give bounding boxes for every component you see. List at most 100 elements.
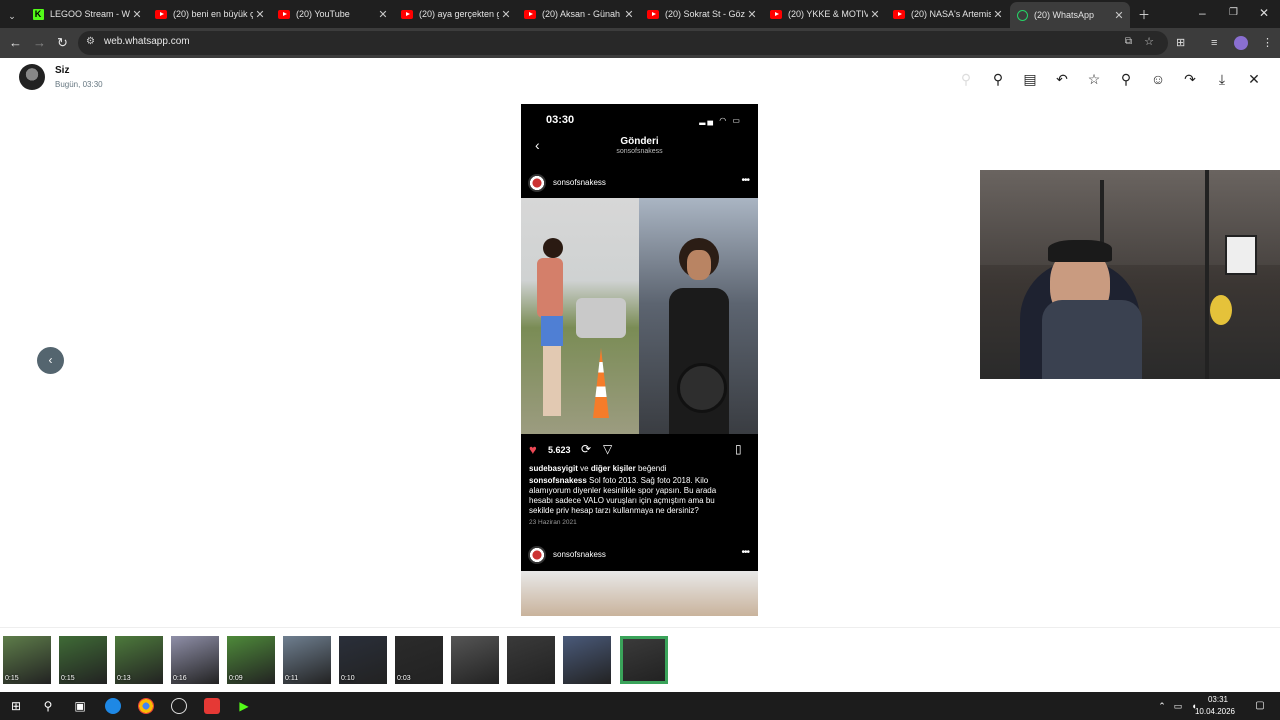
post-page-title: Gönderi xyxy=(620,136,659,147)
download-icon[interactable]: ⤓ xyxy=(1213,70,1231,88)
network-icon[interactable]: ▭ xyxy=(1170,698,1186,714)
close-tab-icon[interactable]: ✕ xyxy=(868,8,882,21)
search-icon[interactable]: ⚲ xyxy=(40,698,56,714)
streaming-app-icon[interactable]: ▶ xyxy=(236,698,252,714)
go-to-message-icon[interactable]: ▤ xyxy=(1021,70,1039,88)
tab-youtube-6[interactable]: (20) YKKE & MOTIVE ✕ xyxy=(764,4,886,24)
tab-whatsapp[interactable]: (20) WhatsApp ✕ xyxy=(1010,2,1130,28)
menu-dots-icon[interactable]: ⋮ xyxy=(1262,36,1273,50)
post-photo-next xyxy=(521,571,758,616)
restore-button[interactable]: ❐ xyxy=(1229,7,1238,18)
url-text[interactable]: web.whatsapp.com xyxy=(104,36,190,47)
minimize-button[interactable]: – xyxy=(1199,6,1206,20)
back-arrow-icon[interactable]: ← xyxy=(9,35,22,51)
save-bookmark-icon: ▯ xyxy=(735,442,742,456)
close-tab-icon[interactable]: ✕ xyxy=(130,8,144,21)
address-bar[interactable]: ⚙ web.whatsapp.com ⧉ ☆ xyxy=(78,31,1168,55)
tab-title: LEGOO Stream - Wa xyxy=(50,9,130,19)
video-duration: 0:10 xyxy=(341,675,355,682)
new-tab-button[interactable]: ＋ xyxy=(1138,6,1150,23)
tab-youtube-4[interactable]: (20) Aksan - Günah - ✕ xyxy=(518,4,640,24)
star-icon[interactable]: ☆ xyxy=(1085,70,1103,88)
app-icon[interactable] xyxy=(171,698,187,714)
taskbar-date[interactable]: 10.04.2026 xyxy=(1195,707,1235,716)
taskbar-time[interactable]: 03:31 xyxy=(1208,695,1228,704)
close-tab-icon[interactable]: ✕ xyxy=(376,8,390,21)
close-tab-icon[interactable]: ✕ xyxy=(622,8,636,21)
reply-icon[interactable]: ↶ xyxy=(1053,70,1071,88)
install-app-icon[interactable]: ⧉ xyxy=(1125,36,1132,47)
chrome-icon[interactable] xyxy=(138,698,154,714)
media-thumbnail[interactable]: 0:10 xyxy=(339,636,387,684)
media-thumbnail[interactable]: 0:15 xyxy=(59,636,107,684)
zoom-out-icon[interactable]: ⚲ xyxy=(957,70,975,88)
previous-media-button[interactable]: ‹ xyxy=(37,347,64,374)
browser-toolbar: ← → ↻ ⚙ web.whatsapp.com ⧉ ☆ ⊞ ≡ ⋮ xyxy=(0,28,1280,58)
more-dots-icon: ••• xyxy=(741,547,749,558)
close-tab-icon[interactable]: ✕ xyxy=(745,8,759,21)
zoom-in-icon[interactable]: ⚲ xyxy=(989,70,1007,88)
media-thumbnail[interactable] xyxy=(563,636,611,684)
repost-icon: ⟳ xyxy=(581,442,592,456)
post-username: sonsofsnakess xyxy=(553,550,606,559)
forward-icon[interactable]: ↷ xyxy=(1181,70,1199,88)
forward-arrow-icon[interactable]: → xyxy=(33,35,46,51)
sent-time: Bugün, 03:30 xyxy=(55,80,103,89)
tab-title: (20) NASA's Artemis xyxy=(911,9,991,19)
media-thumbnail[interactable]: 0:15 xyxy=(3,636,51,684)
tab-youtube-7[interactable]: (20) NASA's Artemis ✕ xyxy=(887,4,1009,24)
tab-youtube-3[interactable]: (20) aya gerçekten gi ✕ xyxy=(395,4,517,24)
emoji-icon[interactable]: ☺ xyxy=(1149,70,1167,88)
task-view-icon[interactable]: ▣ xyxy=(72,698,88,714)
video-duration: 0:15 xyxy=(5,675,19,682)
app-icon[interactable] xyxy=(105,698,121,714)
taskbar: ⊞ ⚲ ▣ ▶ ⌃ ▭ ◖ 03:31 10.04.2026 ▢ xyxy=(0,692,1280,720)
app-icon[interactable] xyxy=(204,698,220,714)
media-thumbnail[interactable] xyxy=(507,636,555,684)
chevron-up-icon[interactable]: ⌃ xyxy=(1154,698,1170,714)
close-tab-icon[interactable]: ✕ xyxy=(253,8,267,21)
video-duration: 0:11 xyxy=(285,675,299,682)
tab-title: (20) beni en büyük ç xyxy=(173,9,253,19)
tab-title: (20) WhatsApp xyxy=(1034,10,1095,20)
media-viewer-header: Siz Bugün, 03:30 ⚲ ⚲ ▤ ↶ ☆ ⚲ ☺ ↷ ⤓ ✕ xyxy=(0,58,1280,100)
profile-avatar[interactable] xyxy=(1234,36,1248,50)
close-tab-icon[interactable]: ✕ xyxy=(991,8,1005,21)
liked-by-suffix: beğendi xyxy=(635,464,667,473)
reload-icon[interactable]: ↻ xyxy=(57,35,68,51)
post-actions: ♥ 5.623 ⟳ ▽ ▯ xyxy=(529,442,742,457)
media-thumbnail[interactable]: 0:16 xyxy=(171,636,219,684)
media-image: 03:30 ▂▄ ◠ ▭ ‹ Gönderi sonsofsnakess son… xyxy=(521,104,758,616)
tab-youtube-5[interactable]: (20) Sokrat St - Gözle ✕ xyxy=(641,4,763,24)
youtube-icon xyxy=(155,8,167,20)
windows-start-icon[interactable]: ⊞ xyxy=(8,698,24,714)
close-icon[interactable]: ✕ xyxy=(1245,70,1263,88)
chevron-down-icon: ⌄ xyxy=(8,10,16,21)
tab-youtube-2[interactable]: (20) YouTube ✕ xyxy=(272,4,394,24)
media-thumbnail-selected[interactable] xyxy=(620,636,668,684)
pin-icon[interactable]: ⚲ xyxy=(1117,70,1135,88)
close-window-button[interactable]: ✕ xyxy=(1259,6,1269,20)
extensions-icon[interactable]: ⊞ xyxy=(1176,36,1185,50)
likes-count: 5.623 xyxy=(548,445,571,455)
media-thumbnail[interactable]: 0:09 xyxy=(227,636,275,684)
tab-search-button[interactable]: ⌄ xyxy=(0,6,24,26)
site-settings-icon[interactable]: ⚙ xyxy=(86,36,95,47)
media-thumbnail[interactable] xyxy=(451,636,499,684)
youtube-icon xyxy=(647,8,659,20)
phone-status-time: 03:30 xyxy=(546,114,575,126)
close-tab-icon[interactable]: ✕ xyxy=(1112,9,1126,22)
media-controls-icon[interactable]: ≡ xyxy=(1211,36,1217,50)
close-tab-icon[interactable]: ✕ xyxy=(499,8,513,21)
youtube-icon xyxy=(278,8,290,20)
tab-legoo[interactable]: K LEGOO Stream - Wa ✕ xyxy=(26,4,148,24)
media-thumbnail[interactable]: 0:11 xyxy=(283,636,331,684)
media-thumbnail[interactable]: 0:13 xyxy=(115,636,163,684)
tab-youtube-1[interactable]: (20) beni en büyük ç ✕ xyxy=(149,4,271,24)
sender-name: Siz xyxy=(55,65,70,76)
media-thumbnail[interactable]: 0:03 xyxy=(395,636,443,684)
notifications-icon[interactable]: ▢ xyxy=(1252,698,1268,714)
bookmark-star-icon[interactable]: ☆ xyxy=(1144,35,1154,48)
phone-status-icons: ▂▄ ◠ ▭ xyxy=(699,116,742,125)
tab-strip: ⌄ K LEGOO Stream - Wa ✕ (20) beni en büy… xyxy=(0,0,1280,28)
